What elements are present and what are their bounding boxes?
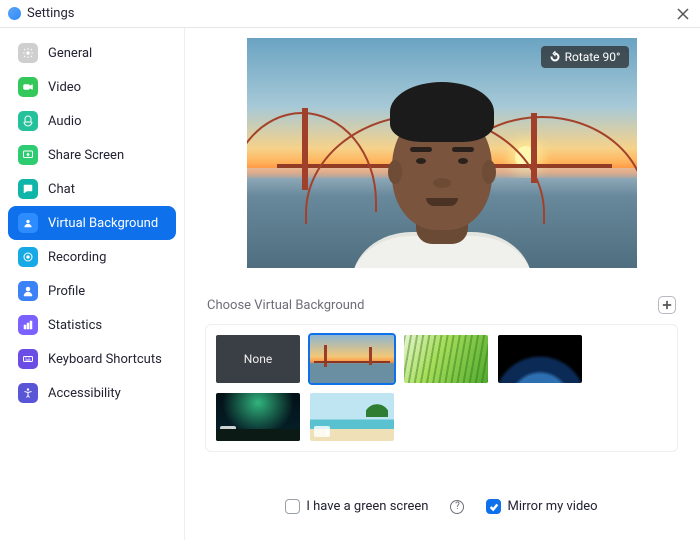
chat-icon — [18, 179, 38, 199]
background-option-aurora[interactable] — [216, 393, 300, 441]
sidebar-item-virtual-background[interactable]: Virtual Background — [8, 206, 176, 240]
background-none-label: None — [244, 352, 272, 366]
sidebar-item-label: Recording — [48, 250, 106, 265]
plus-icon — [662, 300, 672, 310]
mirror-video-label: Mirror my video — [507, 499, 597, 514]
sidebar-item-profile[interactable]: Profile — [8, 274, 176, 308]
sidebar-item-label: Audio — [48, 114, 81, 129]
title-bar: Settings — [0, 0, 700, 28]
main-panel: Rotate 90° Choose Virtual Background Non… — [185, 28, 700, 540]
background-option-earth[interactable] — [498, 335, 582, 383]
sidebar-item-label: Virtual Background — [48, 216, 158, 231]
app-icon — [8, 7, 21, 20]
keyboard-icon — [18, 349, 38, 369]
sidebar-item-accessibility[interactable]: Accessibility — [8, 376, 176, 410]
sidebar-item-label: Accessibility — [48, 386, 121, 401]
preview-person — [342, 92, 542, 268]
options-row: I have a green screen ? Mirror my video — [205, 475, 678, 540]
mirror-video-checkbox[interactable]: Mirror my video — [486, 499, 597, 514]
sidebar-item-label: Statistics — [48, 318, 102, 333]
rotate-button[interactable]: Rotate 90° — [541, 46, 629, 68]
add-background-button[interactable] — [658, 296, 676, 314]
section-title: Choose Virtual Background — [207, 298, 364, 313]
audio-icon — [18, 111, 38, 131]
green-screen-help-button[interactable]: ? — [450, 500, 464, 514]
sidebar-item-label: Profile — [48, 284, 85, 299]
sidebar-item-label: General — [48, 46, 92, 61]
close-button[interactable] — [674, 5, 692, 23]
sidebar-item-video[interactable]: Video — [8, 70, 176, 104]
window-title: Settings — [27, 6, 74, 21]
background-option-beach[interactable] — [310, 393, 394, 441]
sidebar-item-recording[interactable]: Recording — [8, 240, 176, 274]
video-badge-icon — [220, 426, 236, 437]
video-preview: Rotate 90° — [247, 38, 637, 268]
sidebar-item-statistics[interactable]: Statistics — [8, 308, 176, 342]
sidebar-item-label: Keyboard Shortcuts — [48, 352, 162, 367]
background-option-none[interactable]: None — [216, 335, 300, 383]
sidebar-item-label: Video — [48, 80, 81, 95]
sidebar-item-audio[interactable]: Audio — [8, 104, 176, 138]
sidebar-item-label: Chat — [48, 182, 75, 197]
sidebar-item-general[interactable]: General — [8, 36, 176, 70]
virtual-background-icon — [18, 213, 38, 233]
green-screen-label: I have a green screen — [306, 499, 428, 514]
statistics-icon — [18, 315, 38, 335]
background-grid: None — [205, 324, 678, 452]
rotate-icon — [549, 51, 561, 63]
background-option-bridge[interactable] — [310, 335, 394, 383]
share-screen-icon — [18, 145, 38, 165]
video-badge-icon — [314, 426, 330, 437]
green-screen-checkbox[interactable]: I have a green screen — [285, 499, 428, 514]
recording-icon — [18, 247, 38, 267]
accessibility-icon — [18, 383, 38, 403]
settings-sidebar: General Video Audio Share Screen Chat Vi… — [0, 28, 185, 540]
profile-icon — [18, 281, 38, 301]
sidebar-item-chat[interactable]: Chat — [8, 172, 176, 206]
gear-icon — [18, 43, 38, 63]
background-option-grass[interactable] — [404, 335, 488, 383]
sidebar-item-share-screen[interactable]: Share Screen — [8, 138, 176, 172]
video-icon — [18, 77, 38, 97]
sidebar-item-label: Share Screen — [48, 148, 124, 163]
sidebar-item-keyboard-shortcuts[interactable]: Keyboard Shortcuts — [8, 342, 176, 376]
rotate-label: Rotate 90° — [565, 50, 621, 64]
